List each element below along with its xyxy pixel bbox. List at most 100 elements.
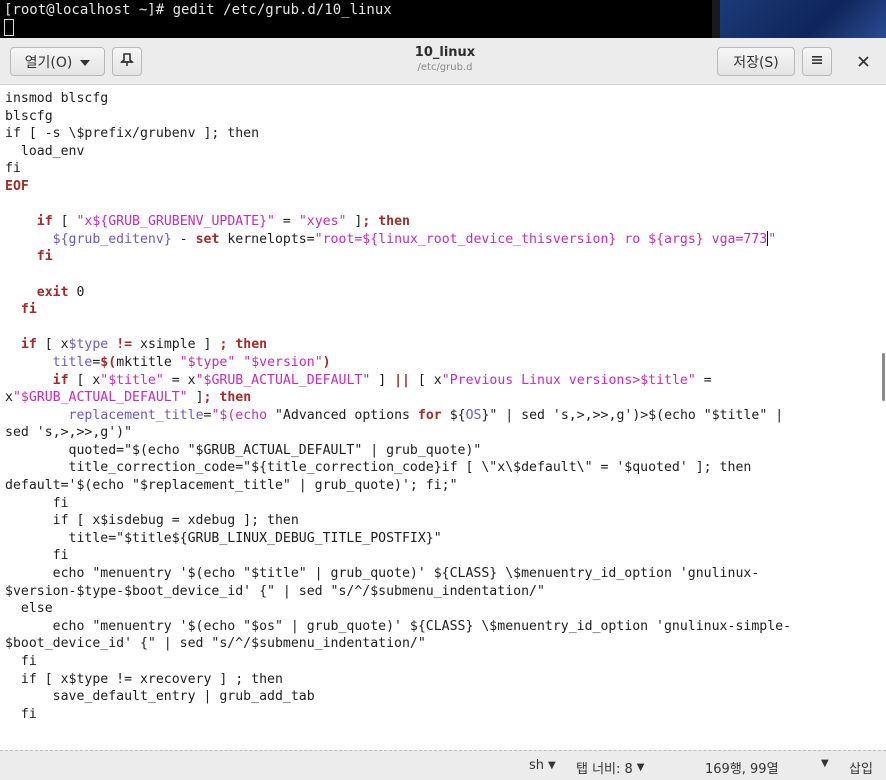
code-token: x	[5, 390, 13, 406]
code-token: "Previous Linux versions>$title"	[441, 372, 696, 388]
code-line: replacement_title="$(echo "Advanced opti…	[5, 407, 880, 425]
cursor-position-label: 169행, 99열	[705, 762, 779, 777]
code-token: else	[5, 601, 53, 617]
code-line: title_correction_code="${title_correctio…	[5, 459, 880, 477]
code-line: EOF	[5, 178, 880, 196]
code-token: "$(echo	[211, 407, 275, 423]
chevron-down-icon: ▼	[821, 758, 829, 769]
code-token: EOF	[5, 178, 29, 194]
code-line: load_env	[5, 143, 880, 161]
code-token: fi	[36, 249, 53, 265]
code-token: if	[52, 372, 69, 388]
code-token: )	[322, 354, 331, 370]
new-document-icon	[119, 52, 135, 72]
terminal-window[interactable]: [root@localhost ~]# gedit /etc/grub.d/10…	[0, 0, 720, 38]
terminal-scrollbar[interactable]	[712, 0, 720, 38]
tab-width-label: 탭 너비: 8	[576, 762, 633, 777]
tab-width-selector[interactable]: 탭 너비: 8 ▼	[576, 758, 645, 777]
document-title: 10_linux	[414, 45, 476, 60]
code-token: ]	[187, 390, 204, 406]
code-token: fi	[5, 548, 69, 564]
code-token: fi	[5, 495, 69, 511]
code-line: save_default_entry | grub_add_tab	[5, 688, 880, 706]
code-token: quoted="$(echo "$GRUB_ACTUAL_DEFAULT" | …	[5, 442, 482, 458]
code-line: fi	[5, 653, 880, 671]
code-token: echo "menuentry '$(echo "$title" | grub_…	[5, 566, 760, 582]
code-line: if [ x$isdebug = xdebug ]; then	[5, 512, 880, 530]
code-line: default='$(echo "$replacement_title" | g…	[5, 477, 880, 495]
code-line: echo "menuentry '$(echo "$title" | grub_…	[5, 565, 880, 583]
code-line: x"$GRUB_ACTUAL_DEFAULT" ]; then	[5, 389, 880, 407]
code-token: }" | sed 's,>,>>,g')>$(echo "$title" |	[481, 407, 784, 423]
text-editor[interactable]: insmod blscfg blscfg if [ -s \$prefix/grub…	[0, 85, 880, 750]
terminal-prompt-line: [root@localhost ~]# gedit /etc/grub.d/10…	[4, 2, 392, 18]
code-token: title_correction_code="${title_correctio…	[5, 460, 752, 476]
code-token: $(	[100, 354, 117, 370]
code-line: if [ -s \$prefix/grubenv ]; then	[5, 125, 880, 143]
editor-scrollbar[interactable]	[880, 85, 886, 750]
new-document-button[interactable]	[112, 47, 142, 76]
insert-mode-dropdown[interactable]: ▼	[817, 758, 829, 769]
code-line: fi	[5, 706, 880, 724]
code-line: exit 0	[5, 284, 880, 302]
code-token: fi	[5, 706, 37, 722]
code-token: [ x	[36, 337, 69, 353]
gedit-window: 열기(O) 10_linux /etc/grub.d 저장(S) insmod …	[0, 38, 886, 780]
code-token: 0	[68, 284, 85, 300]
save-button[interactable]: 저장(S)	[717, 47, 795, 76]
open-button[interactable]: 열기(O)	[10, 47, 105, 76]
code-line: blscfg	[5, 108, 880, 126]
code-token: blscfg	[5, 108, 53, 124]
code-token: ; then	[203, 390, 252, 406]
code-token: sed 's,>,>>,g')"	[5, 425, 133, 441]
chevron-down-icon: ▼	[548, 760, 556, 771]
code-token: -	[171, 231, 196, 247]
code-line: fi	[5, 301, 880, 319]
code-token: title="$title${GRUB_LINUX_DEBUG_TITLE_PO…	[5, 530, 442, 546]
code-token: OS	[465, 407, 482, 423]
close-button[interactable]	[848, 47, 878, 76]
document-path: /etc/grub.d	[417, 62, 473, 73]
insert-mode-label: 삽입	[849, 762, 873, 777]
code-token: !=	[116, 337, 133, 353]
code-token: =	[274, 214, 299, 230]
code-line: fi	[5, 248, 880, 266]
code-token: "Advanced options	[275, 407, 418, 423]
code-line: title=$(mktitle "$type" "$version")	[5, 354, 880, 372]
language-selector[interactable]: sh ▼	[529, 758, 556, 773]
header-bar: 열기(O) 10_linux /etc/grub.d 저장(S)	[0, 38, 886, 85]
cursor-position[interactable]: 169행, 99열	[705, 758, 779, 777]
code-token: insmod blscfg	[5, 91, 109, 106]
scrollbar-thumb[interactable]	[882, 353, 885, 401]
chevron-down-icon: ▼	[636, 762, 645, 773]
code-token: = x	[163, 372, 196, 388]
code-line: if [ "x${GRUB_GRUBENV_UPDATE}" = "xyes" …	[5, 213, 880, 231]
code-line: if [ x$type != xsimple ] ; then	[5, 336, 880, 354]
code-token: fi	[5, 654, 37, 669]
code-line: ${grub_editenv} - set kernelopts="root=$…	[5, 231, 880, 249]
code-token: kernelopts=	[219, 231, 315, 247]
code-token: set	[195, 231, 220, 247]
save-button-label: 저장(S)	[733, 54, 779, 71]
code-token: default='$(echo "$replacement_title" | g…	[5, 478, 458, 494]
chevron-down-icon	[80, 54, 91, 70]
code-token: if [ x$type != xrecovery ] ; then	[5, 671, 283, 687]
code-token: xsimple ]	[132, 337, 220, 353]
code-token: mktitle	[116, 354, 180, 370]
code-token: "	[768, 231, 777, 247]
code-token: replacement_title	[68, 407, 204, 423]
code-line: fi	[5, 495, 880, 513]
language-label: sh	[529, 758, 545, 773]
code-token: if	[20, 337, 37, 353]
desktop-background	[720, 0, 886, 38]
code-token: "x${GRUB_GRUBENV_UPDATE}"	[76, 214, 275, 230]
insert-mode-indicator[interactable]: 삽입	[849, 758, 873, 777]
menu-button[interactable]	[802, 47, 832, 76]
code-token: echo "menuentry '$(echo "$os" | grub_quo…	[5, 618, 792, 634]
code-line: fi	[5, 547, 880, 565]
